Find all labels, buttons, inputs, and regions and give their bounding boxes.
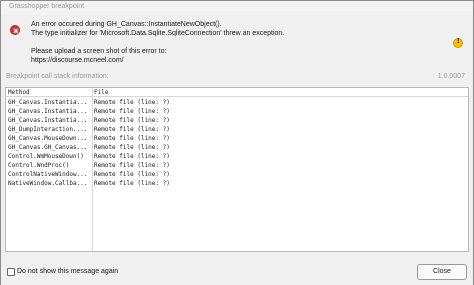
file-cell: Remote file (line: ?)	[94, 171, 170, 178]
version-label: 1.0.0007	[437, 73, 465, 80]
file-cell: Remote file (line: ?)	[94, 144, 170, 151]
column-header-file[interactable]: File	[94, 88, 108, 97]
list-item[interactable]: GH_DumpInteraction.... Remote file (line…	[6, 125, 468, 134]
list-item[interactable]: Control.WmMouseDown() Remote file (line:…	[6, 152, 468, 161]
list-item[interactable]: NativeWindow.Callba... Remote file (line…	[6, 179, 468, 188]
method-cell: GH_Canvas.GH_Canvas...	[8, 144, 88, 151]
method-cell: Control.WndProc()	[8, 162, 70, 169]
method-cell: GH_DumpInteraction....	[8, 126, 88, 133]
close-button[interactable]: Close	[417, 264, 467, 280]
list-item[interactable]: Control.WndProc() Remote file (line: ?)	[6, 161, 468, 170]
error-message-line-2: The type initializer for 'Microsoft.Data…	[31, 30, 285, 37]
dont-show-again-checkbox[interactable]	[7, 268, 15, 276]
list-header: Method File	[6, 88, 468, 97]
window-title: Grasshopper breakpoint	[9, 3, 85, 10]
list-item[interactable]: GH_Canvas.Instantia... Remote file (line…	[6, 98, 468, 107]
list-item[interactable]: ControlNativeWindow... Remote file (line…	[6, 170, 468, 179]
method-cell: GH_Canvas.MouseDown...	[8, 135, 88, 142]
title-bar: Grasshopper breakpoint	[1, 1, 473, 15]
file-cell: Remote file (line: ?)	[94, 162, 170, 169]
method-cell: ControlNativeWindow...	[8, 171, 88, 178]
list-item[interactable]: GH_Canvas.MouseDown... Remote file (line…	[6, 134, 468, 143]
call-stack-list[interactable]: Method File GH_Canvas.Instantia... Remot…	[5, 87, 469, 252]
file-cell: Remote file (line: ?)	[94, 99, 170, 106]
file-cell: Remote file (line: ?)	[94, 135, 170, 142]
method-cell: Control.WmMouseDown()	[8, 153, 84, 160]
dont-show-again-label[interactable]: Do not show this message again	[17, 268, 118, 275]
file-cell: Remote file (line: ?)	[94, 117, 170, 124]
method-cell: GH_Canvas.Instantia...	[8, 99, 88, 106]
upload-instruction: Please upload a screen shot of this erro…	[31, 48, 167, 55]
breakpoint-dialog: Grasshopper breakpoint An error occured …	[0, 0, 474, 285]
file-cell: Remote file (line: ?)	[94, 153, 170, 160]
call-stack-label: Breakpoint call stack information:	[6, 73, 109, 80]
column-header-method[interactable]: Method	[8, 88, 90, 97]
warning-icon: !	[453, 38, 463, 48]
file-cell: Remote file (line: ?)	[94, 108, 170, 115]
list-item[interactable]: GH_Canvas.Instantia... Remote file (line…	[6, 107, 468, 116]
file-cell: Remote file (line: ?)	[94, 180, 170, 187]
file-cell: Remote file (line: ?)	[94, 126, 170, 133]
error-message-line-1: An error occured during GH_Canvas::Insta…	[31, 21, 222, 28]
method-cell: GH_Canvas.Instantia...	[8, 108, 88, 115]
method-cell: NativeWindow.Callba...	[8, 180, 88, 187]
list-item[interactable]: GH_Canvas.Instantia... Remote file (line…	[6, 116, 468, 125]
method-cell: GH_Canvas.Instantia...	[8, 117, 88, 124]
list-item[interactable]: GH_Canvas.GH_Canvas... Remote file (line…	[6, 143, 468, 152]
error-icon	[10, 25, 20, 35]
forum-url: https://discourse.mcneel.com/	[31, 57, 124, 64]
